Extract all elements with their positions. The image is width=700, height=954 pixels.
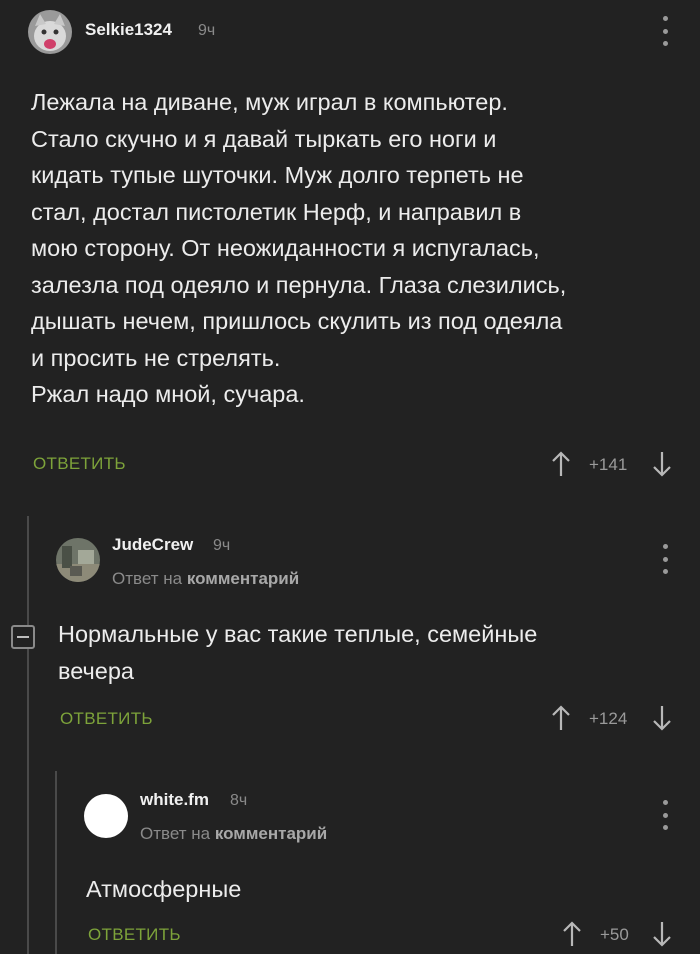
- reply-to-target[interactable]: комментарий: [187, 569, 299, 588]
- reply-button[interactable]: ОТВЕТИТЬ: [33, 454, 126, 474]
- arrow-up-icon[interactable]: [561, 920, 583, 948]
- thread-line[interactable]: [55, 771, 57, 954]
- photo-avatar-image: [56, 538, 100, 582]
- arrow-down-icon[interactable]: [651, 920, 673, 948]
- avatar[interactable]: [56, 538, 100, 582]
- comment-text: Атмосферные: [86, 876, 242, 902]
- username[interactable]: Selkie1324: [85, 20, 172, 40]
- reply-button[interactable]: ОТВЕТИТЬ: [60, 709, 153, 729]
- comment-text: Лежала на диване, муж играл в компьютер.…: [31, 89, 567, 407]
- collapse-thread-icon[interactable]: [11, 625, 35, 649]
- reply-to-prefix: Ответ на: [112, 569, 183, 588]
- username[interactable]: white.fm: [140, 790, 209, 810]
- timestamp: 9ч: [198, 22, 216, 39]
- kebab-menu-icon[interactable]: [658, 16, 672, 46]
- reply-to-link[interactable]: Ответ на комментарий: [140, 824, 327, 844]
- cat-avatar-image: [28, 10, 72, 54]
- username[interactable]: JudeCrew: [112, 535, 193, 555]
- rating: +50: [600, 925, 629, 944]
- reply-to-target[interactable]: комментарий: [215, 824, 327, 843]
- timestamp: 8ч: [230, 792, 248, 809]
- kebab-menu-icon[interactable]: [658, 544, 672, 574]
- comment-text: Нормальные у вас такие теплые, семейные …: [58, 621, 538, 684]
- reply-to-prefix: Ответ на: [140, 824, 211, 843]
- reply-to-link[interactable]: Ответ на комментарий: [112, 569, 299, 589]
- timestamp: 9ч: [213, 537, 231, 554]
- reply-button[interactable]: ОТВЕТИТЬ: [88, 925, 181, 945]
- arrow-up-icon[interactable]: [550, 704, 572, 732]
- thread-line[interactable]: [27, 516, 29, 954]
- arrow-down-icon[interactable]: [651, 704, 673, 732]
- arrow-up-icon[interactable]: [550, 450, 572, 478]
- kebab-menu-icon[interactable]: [658, 800, 672, 830]
- arrow-down-icon[interactable]: [651, 450, 673, 478]
- rating: +141: [589, 455, 628, 474]
- rating: +124: [589, 709, 628, 728]
- avatar[interactable]: [84, 794, 128, 838]
- avatar[interactable]: [28, 10, 72, 54]
